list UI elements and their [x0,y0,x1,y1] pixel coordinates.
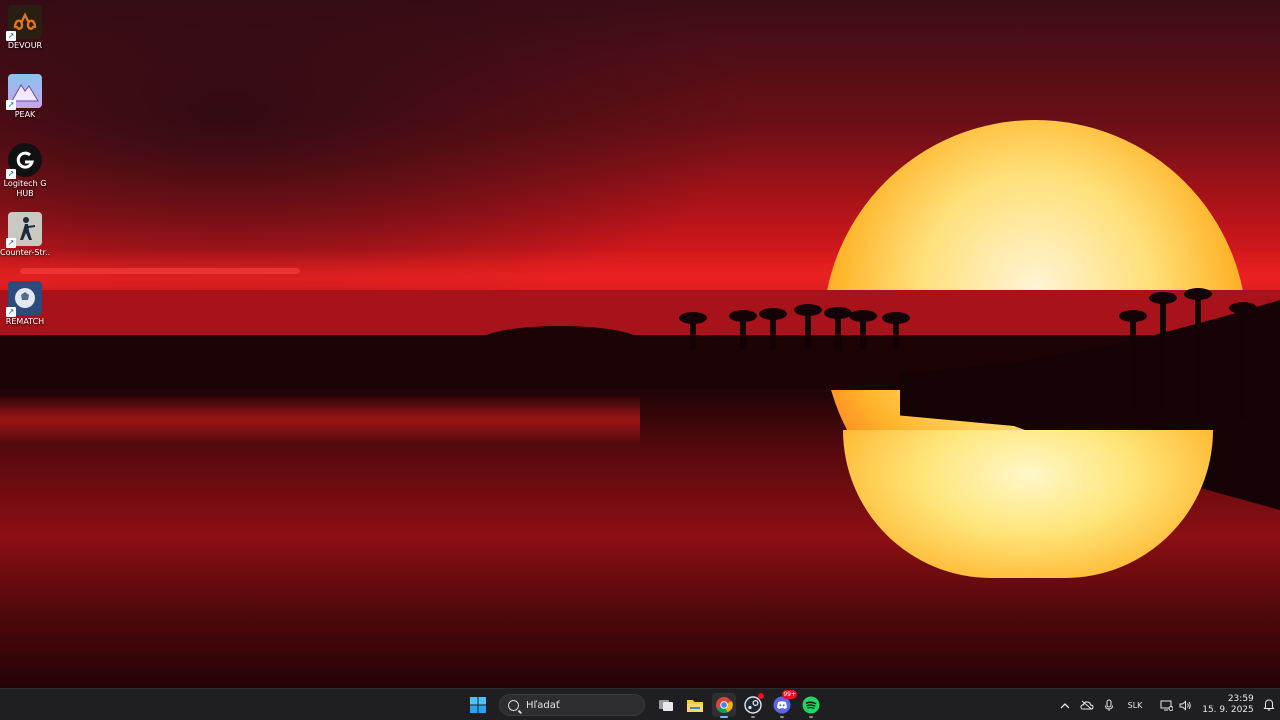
desktop-icon-devour[interactable]: ↗ DEVOUR [0,5,50,51]
windows-start-icon [470,697,486,713]
palm-tree [1184,288,1212,416]
counter-strike-icon: ↗ [6,212,42,248]
running-indicator [809,716,813,718]
notification-bell-icon [1263,699,1275,711]
taskbar-center: Hľadať 99+ [466,690,823,718]
desktop-icon-label: PEAK [14,110,36,119]
task-view-button[interactable] [654,693,678,717]
microphone-button[interactable] [1098,689,1120,720]
palm-tree [1229,302,1257,420]
desktop-icon-label: Logitech G HUB [3,179,47,198]
taskbar: Hľadať 99+ SLK 23:59 15. 9. 2025 [0,688,1280,720]
start-button[interactable] [466,693,490,717]
microphone-icon [1105,699,1113,711]
input-language-button[interactable]: SLK [1120,689,1150,720]
desktop-wallpaper [0,0,1280,688]
search-placeholder: Hľadať [526,699,560,711]
chrome-button[interactable] [712,693,736,718]
devour-icon: ↗ [6,5,42,41]
palm-tree [882,312,910,350]
logitech-g-icon: ↗ [6,143,42,179]
chevron-up-icon [1060,702,1070,708]
volume-icon [1179,699,1191,711]
peak-mountain-icon: ↗ [6,74,42,110]
desktop-icon-label: DEVOUR [7,41,43,50]
running-indicator [751,716,755,718]
quick-settings-button[interactable] [1150,689,1202,720]
network-icon [1160,700,1173,711]
shortcut-arrow-icon: ↗ [6,307,16,317]
desktop-icon-rematch[interactable]: ↗ REMATCH [0,281,50,327]
shortcut-arrow-icon: ↗ [6,100,16,110]
rematch-ball-icon: ↗ [6,281,42,317]
cloud-off-icon [1080,700,1094,710]
shortcut-arrow-icon: ↗ [6,31,16,41]
running-indicator [780,716,784,718]
palm-tree [824,307,852,351]
palm-tree [759,308,787,350]
notification-center-button[interactable] [1258,689,1280,720]
cloud-streak [20,268,300,274]
folder-icon [687,699,703,712]
shortcut-arrow-icon: ↗ [6,238,16,248]
discord-button[interactable]: 99+ [770,690,797,718]
steam-button[interactable] [741,693,765,718]
desktop-icon-label: REMATCH [5,317,45,326]
palm-tree [679,312,707,350]
task-view-icon [659,700,673,711]
onedrive-button[interactable] [1076,689,1098,720]
system-tray: SLK 23:59 15. 9. 2025 [1054,689,1280,720]
search-icon [508,699,519,711]
palm-tree [1119,310,1147,408]
spotify-icon [802,696,820,714]
chrome-icon [716,697,733,713]
palm-tree [729,310,757,350]
palm-tree [849,310,877,350]
sun-reflection [843,430,1213,578]
clock-time: 23:59 [1227,694,1254,704]
shortcut-arrow-icon: ↗ [6,169,16,179]
desktop-icon-label: Counter-Str... [0,248,50,257]
palm-tree [1149,292,1177,410]
desktop-icon-logitech-g-hub[interactable]: ↗ Logitech G HUB [0,143,50,199]
palm-tree [794,304,822,350]
show-hidden-icons-button[interactable] [1054,689,1076,720]
discord-badge: 99+ [782,690,797,699]
clock[interactable]: 23:59 15. 9. 2025 [1202,689,1258,720]
taskbar-search-box[interactable]: Hľadať [499,694,645,716]
spotify-button[interactable] [799,693,823,718]
desktop-icon-peak[interactable]: ↗ PEAK [0,74,50,120]
language-label: SLK [1127,700,1143,710]
desktop-icon-counter-strike[interactable]: ↗ Counter-Str... [0,212,50,258]
clock-date: 15. 9. 2025 [1202,705,1254,715]
file-explorer-button[interactable] [683,693,707,717]
active-indicator [720,716,728,718]
water-reflection-glow [0,395,640,445]
notification-badge [758,693,764,699]
